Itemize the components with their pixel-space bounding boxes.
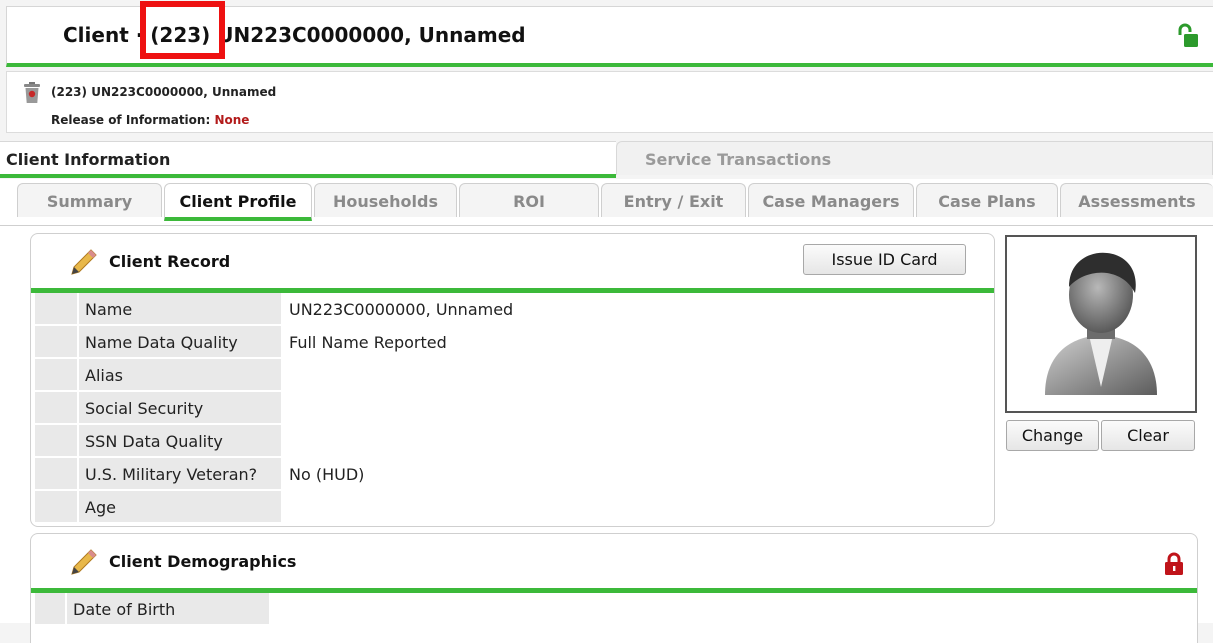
tab-roi[interactable]: ROI	[459, 183, 599, 217]
row-gutter	[35, 425, 77, 456]
main-tabs: Client Information Service Transactions	[0, 141, 1213, 178]
tab-households[interactable]: Households	[314, 183, 457, 217]
avatar-icon	[1045, 252, 1157, 395]
tab-client-profile[interactable]: Client Profile	[164, 183, 312, 221]
client-demographics-header: Client Demographics	[31, 534, 1197, 593]
roi-value[interactable]: None	[214, 113, 249, 127]
tab-case-plans[interactable]: Case Plans	[916, 183, 1058, 217]
tab-client-information[interactable]: Client Information	[0, 141, 616, 178]
client-demographics-panel: Client Demographics Date of Birth	[30, 533, 1198, 643]
client-name-line: (223) UN223C0000000, Unnamed	[51, 85, 277, 99]
sub-tabs: Summary Client Profile Households ROI En…	[0, 179, 1213, 226]
roi-label: Release of Information:	[51, 113, 215, 127]
row-value: No (HUD)	[289, 465, 365, 484]
row-gutter	[35, 392, 77, 423]
issue-id-card-button[interactable]: Issue ID Card	[803, 244, 966, 275]
client-record-panel: Client Record Issue ID Card Name UN223C0…	[30, 233, 995, 527]
page-title: Client · (223) UN223C0000000, Unnamed	[63, 23, 526, 47]
row-gutter	[35, 326, 77, 357]
pencil-icon[interactable]	[69, 547, 99, 577]
row-label: SSN Data Quality	[79, 425, 281, 456]
pencil-icon[interactable]	[69, 247, 99, 277]
title-prefix: Client ·	[63, 23, 151, 47]
clear-photo-button[interactable]: Clear	[1101, 420, 1195, 451]
tab-summary[interactable]: Summary	[17, 183, 162, 217]
client-record-header: Client Record Issue ID Card	[31, 234, 994, 293]
row-label: Social Security	[79, 392, 281, 423]
title-client-name: UN223C0000000, Unnamed	[210, 23, 526, 47]
row-label: Age	[79, 491, 281, 522]
client-info-bar: (223) UN223C0000000, Unnamed Release of …	[6, 71, 1213, 133]
client-photo	[1005, 235, 1197, 413]
row-label: Name	[79, 293, 281, 324]
tab-assessments[interactable]: Assessments	[1060, 183, 1213, 217]
row-gutter	[35, 458, 77, 489]
client-header: Client · (223) UN223C0000000, Unnamed	[6, 1, 1213, 67]
row-gutter	[35, 359, 77, 390]
row-gutter	[35, 491, 77, 522]
change-photo-button[interactable]: Change	[1006, 420, 1099, 451]
row-label: Alias	[79, 359, 281, 390]
row-label: Date of Birth	[67, 593, 269, 624]
locked-icon[interactable]	[1163, 552, 1185, 576]
row-value: Full Name Reported	[289, 333, 447, 352]
unlocked-icon[interactable]	[1177, 23, 1199, 49]
row-label: U.S. Military Veteran?	[79, 458, 281, 489]
tab-service-transactions[interactable]: Service Transactions	[616, 141, 1213, 175]
client-demographics-title: Client Demographics	[109, 552, 297, 571]
trash-icon[interactable]	[23, 82, 41, 104]
row-gutter	[35, 293, 77, 324]
row-value: UN223C0000000, Unnamed	[289, 300, 514, 319]
roi-line: Release of Information: None	[51, 113, 249, 127]
highlight-box	[140, 1, 225, 59]
tab-entry-exit[interactable]: Entry / Exit	[601, 183, 746, 217]
row-gutter	[35, 593, 65, 624]
row-label: Name Data Quality	[79, 326, 281, 357]
client-record-title: Client Record	[109, 252, 231, 271]
tab-case-managers[interactable]: Case Managers	[748, 183, 914, 217]
client-profile-content: Client Record Issue ID Card Name UN223C0…	[0, 226, 1213, 643]
